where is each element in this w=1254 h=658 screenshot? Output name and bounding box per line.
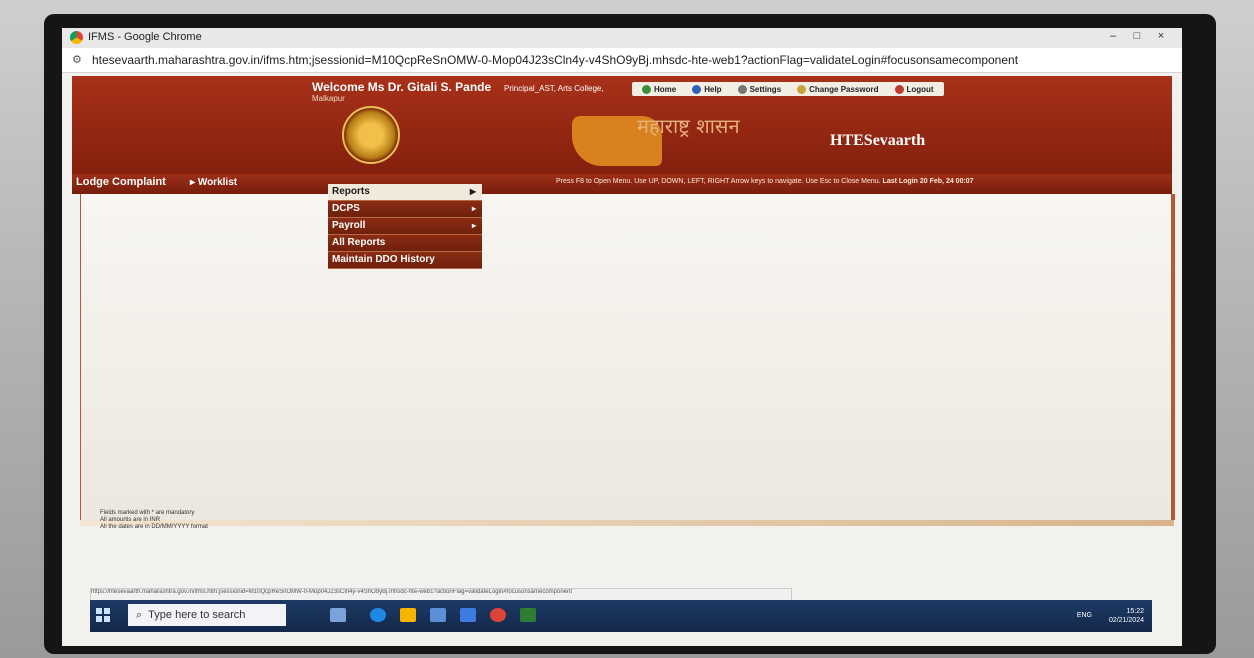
search-icon: ⌕ xyxy=(136,608,143,621)
language-indicator[interactable]: ENG xyxy=(1077,612,1092,619)
nav-logout[interactable]: Logout xyxy=(894,84,934,94)
chrome-taskbar-icon[interactable] xyxy=(490,608,506,622)
marathi-logo-text: महाराष्ट्र शासन xyxy=(637,114,740,138)
power-icon xyxy=(894,84,904,94)
site-info-icon[interactable]: ⚙ xyxy=(72,53,82,66)
submenu-arrow-icon: ▸ xyxy=(471,221,476,230)
maximize-button[interactable]: □ xyxy=(1128,30,1146,42)
system-clock[interactable]: 15:22 02/21/2024 xyxy=(1109,607,1144,625)
task-view-icon[interactable] xyxy=(330,608,346,622)
content-area xyxy=(80,194,1175,520)
chrome-logo-icon xyxy=(70,31,83,44)
menu-lodge-complaint[interactable]: Lodge Complaint xyxy=(76,176,166,188)
home-icon xyxy=(642,84,651,94)
window-title: IFMS - Google Chrome xyxy=(88,31,202,43)
help-icon xyxy=(692,84,702,94)
windows-taskbar: ⌕ Type here to search ENG 15:22 02/21/20… xyxy=(90,600,1152,632)
store-icon[interactable] xyxy=(430,608,446,622)
taskbar-search[interactable]: ⌕ Type here to search xyxy=(128,604,286,626)
menu-hint: Press F8 to Open Menu. Use UP, DOWN, LEF… xyxy=(556,178,974,185)
welcome-text: Welcome Ms Dr. Gitali S. Pande xyxy=(312,80,492,94)
search-placeholder: Type here to search xyxy=(148,609,246,621)
location-text: Malkapur xyxy=(312,94,345,103)
role-text: Principal_AST, Arts College, xyxy=(504,84,604,93)
menu-item-maintain-ddo-history[interactable]: Maintain DDO History xyxy=(328,252,482,269)
file-explorer-icon[interactable] xyxy=(400,608,416,622)
top-nav: Home Help Settings Change Password Logou… xyxy=(632,82,944,96)
menu-item-reports[interactable]: Reports ▶ xyxy=(328,184,482,201)
browser-title-bar: IFMS - Google Chrome – □ × xyxy=(62,28,1182,49)
close-button[interactable]: × xyxy=(1152,30,1170,42)
mail-icon[interactable] xyxy=(460,608,476,622)
menu-item-dcps[interactable]: DCPS ▸ xyxy=(328,201,482,218)
menu-item-all-reports[interactable]: All Reports xyxy=(328,235,482,252)
app-taskbar-icon[interactable] xyxy=(520,608,536,622)
submenu-arrow-icon: ▸ xyxy=(471,204,476,213)
nav-help[interactable]: Help xyxy=(692,84,722,94)
edge-browser-icon[interactable] xyxy=(370,608,386,622)
address-bar[interactable]: ⚙ htesevaarth.maharashtra.gov.in/ifms.ht… xyxy=(62,48,1182,73)
note-inr: All amounts are in INR xyxy=(100,517,161,523)
menu-item-payroll[interactable]: Payroll ▸ xyxy=(328,218,482,235)
key-icon xyxy=(797,84,807,94)
clock-time: 15:22 xyxy=(1126,608,1144,615)
note-mandatory: Fields marked with * are mandatory xyxy=(100,510,195,516)
url-text[interactable]: htesevaarth.maharashtra.gov.in/ifms.htm;… xyxy=(92,53,1018,67)
monitor-screen: IFMS - Google Chrome – □ × ⚙ htesevaarth… xyxy=(62,28,1182,646)
footer-notes: Fields marked with * are mandatory All a… xyxy=(100,510,208,531)
brand-name: HTESevaarth xyxy=(830,132,926,149)
menu-worklist[interactable]: ▸ Worklist xyxy=(190,177,237,188)
worklist-dropdown: Reports ▶ DCPS ▸ Payroll ▸ All Reports Main… xyxy=(328,184,482,269)
nav-settings[interactable]: Settings xyxy=(737,84,781,94)
nav-home[interactable]: Home xyxy=(642,84,676,94)
content-footer xyxy=(80,520,1174,526)
settings-icon xyxy=(737,84,747,94)
note-dates: All the dates are in DD/MM/YYYY format xyxy=(100,524,208,530)
submenu-arrow-icon: ▶ xyxy=(469,187,476,196)
nav-change-password[interactable]: Change Password xyxy=(797,84,879,94)
clock-date: 02/21/2024 xyxy=(1108,617,1144,624)
windows-start-icon[interactable] xyxy=(96,608,110,622)
minimize-button[interactable]: – xyxy=(1104,30,1122,42)
main-menubar: Lodge Complaint ▸ Worklist Press F8 to O… xyxy=(72,174,1172,192)
government-emblem-icon xyxy=(342,106,400,164)
